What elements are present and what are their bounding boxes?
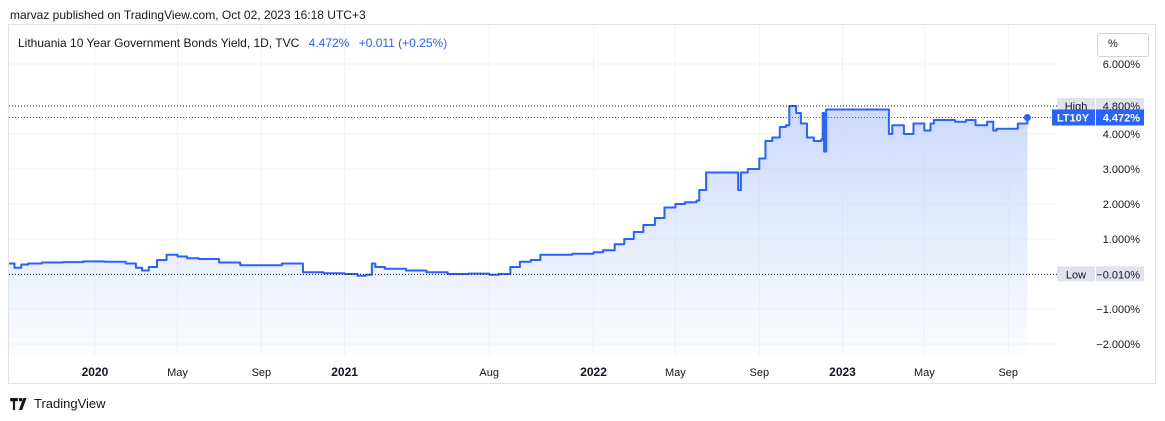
low-label: Low — [1066, 269, 1086, 281]
brand-name: TradingView — [34, 396, 106, 411]
low-value-label: −0.010% — [1096, 269, 1140, 281]
last-point-marker — [1023, 113, 1031, 121]
x-tick-label: Aug — [479, 367, 499, 379]
x-tick-label: 2022 — [580, 365, 607, 379]
y-tick-label: −1.000% — [1096, 304, 1140, 316]
change-value: +0.011 (+0.25%) — [358, 36, 448, 50]
x-tick-label: 2021 — [331, 365, 358, 379]
symbol-badge: LT10Y — [1057, 112, 1090, 124]
series-area — [9, 106, 1028, 355]
y-tick-label: 2.000% — [1103, 199, 1141, 211]
symbol-description: Lithuania 10 Year Government Bonds Yield… — [18, 36, 300, 50]
x-tick-label: 2020 — [82, 365, 109, 379]
x-tick-label: May — [167, 367, 188, 379]
y-tick-label: 1.000% — [1103, 234, 1141, 246]
y-tick-label: 6.000% — [1103, 59, 1141, 71]
tradingview-footer: TradingView — [10, 396, 106, 411]
chart-legend: Lithuania 10 Year Government Bonds Yield… — [18, 36, 447, 50]
x-tick-label: 2023 — [829, 365, 856, 379]
y-tick-label: 3.000% — [1103, 164, 1141, 176]
x-tick-label: Sep — [252, 367, 272, 379]
y-tick-label: −2.000% — [1096, 339, 1140, 351]
y-tick-label: 4.000% — [1103, 129, 1141, 141]
tradingview-logo-icon — [10, 397, 27, 410]
x-tick-label: May — [665, 367, 686, 379]
yield-chart: 6.000% 4.000% 3.000% 2.000% 1.000% −1.000% −2.… — [9, 25, 1144, 379]
x-tick-label: Sep — [998, 367, 1018, 379]
last-value: 4.472% — [308, 36, 350, 50]
x-tick-label: May — [914, 367, 935, 379]
last-value-label: 4.472% — [1103, 112, 1141, 124]
x-tick-label: Sep — [750, 367, 770, 379]
